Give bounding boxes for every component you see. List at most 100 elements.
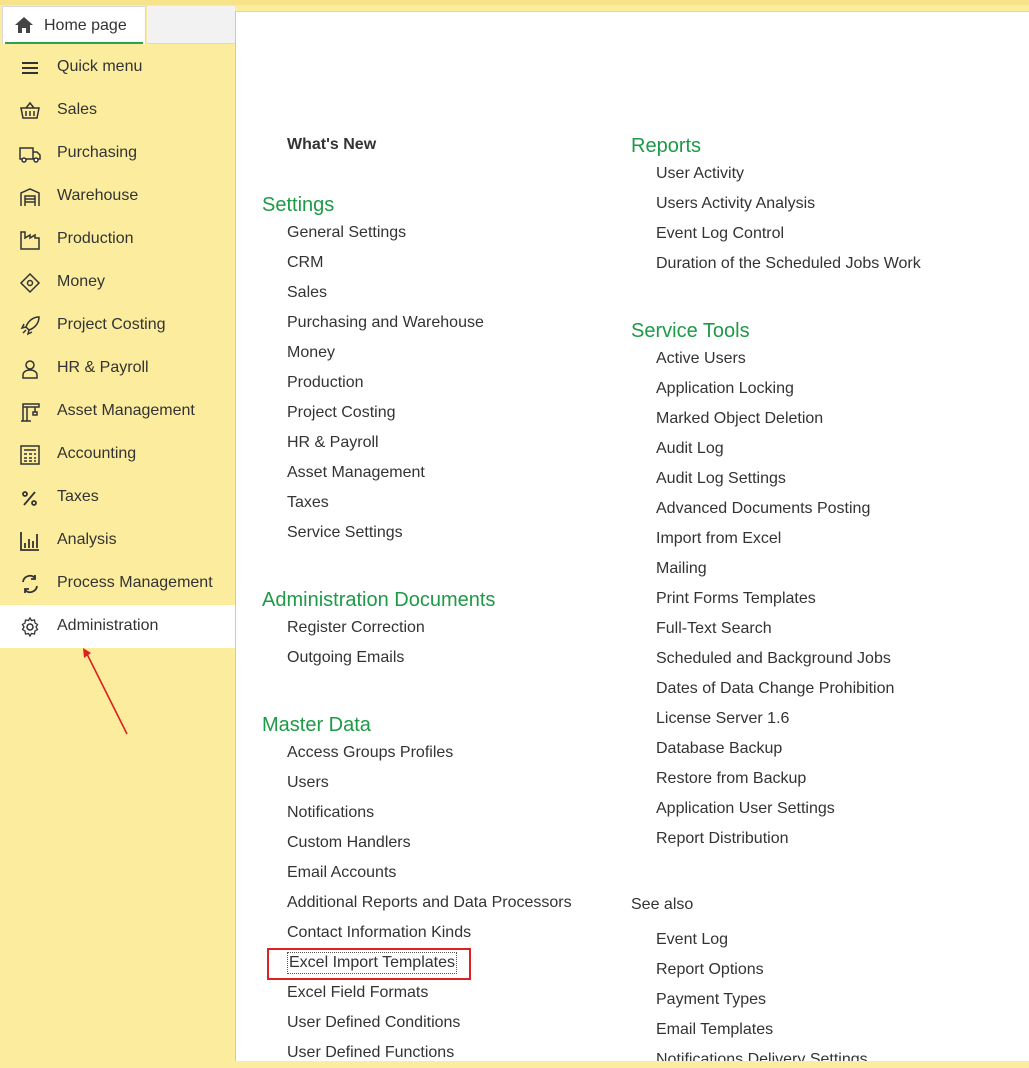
link-excel-field-formats[interactable]: Excel Field Formats: [287, 983, 572, 1013]
link-marked-object-deletion[interactable]: Marked Object Deletion: [656, 409, 894, 439]
link-custom-handlers[interactable]: Custom Handlers: [287, 833, 572, 863]
link-license-server[interactable]: License Server 1.6: [656, 709, 894, 739]
home-page-tab[interactable]: Home page: [2, 6, 146, 44]
link-print-forms-templates[interactable]: Print Forms Templates: [656, 589, 894, 619]
link-notifications[interactable]: Notifications: [287, 803, 572, 833]
link-scheduled-background-jobs[interactable]: Scheduled and Background Jobs: [656, 649, 894, 679]
link-excel-import-templates-label: Excel Import Templates: [287, 952, 457, 974]
section-title-reports: Reports: [631, 135, 702, 157]
link-payment-types[interactable]: Payment Types: [656, 990, 868, 1020]
sidebar-item-process-management[interactable]: Process Management: [0, 562, 235, 605]
link-service-settings[interactable]: Service Settings: [287, 523, 484, 553]
bar-chart-icon: [20, 532, 39, 551]
link-database-backup[interactable]: Database Backup: [656, 739, 894, 769]
link-general-settings[interactable]: General Settings: [287, 223, 484, 253]
link-users[interactable]: Users: [287, 773, 572, 803]
link-full-text-search[interactable]: Full-Text Search: [656, 619, 894, 649]
link-crm[interactable]: CRM: [287, 253, 484, 283]
basket-icon: [20, 101, 40, 119]
link-register-correction[interactable]: Register Correction: [287, 618, 495, 648]
sidebar-item-label: Project Costing: [57, 316, 166, 333]
percent-icon: [22, 491, 37, 506]
sidebar-item-label: Purchasing: [57, 144, 138, 161]
sidebar-item-purchasing[interactable]: Purchasing: [0, 132, 235, 175]
calculator-icon: [20, 445, 40, 465]
sidebar-item-asset-management[interactable]: Asset Management: [0, 390, 235, 433]
link-audit-log-settings[interactable]: Audit Log Settings: [656, 469, 894, 499]
sidebar-item-label: Analysis: [57, 531, 117, 548]
top-strip: [0, 0, 1029, 5]
link-money[interactable]: Money: [287, 343, 484, 373]
link-user-defined-conditions[interactable]: User Defined Conditions: [287, 1013, 572, 1043]
sidebar-item-label: Quick menu: [57, 58, 143, 75]
link-restore-from-backup[interactable]: Restore from Backup: [656, 769, 894, 799]
sidebar-item-sales[interactable]: Sales: [0, 89, 235, 132]
link-user-activity[interactable]: User Activity: [656, 164, 921, 194]
link-duration-scheduled-jobs[interactable]: Duration of the Scheduled Jobs Work: [656, 254, 921, 284]
link-contact-information-kinds[interactable]: Contact Information Kinds: [287, 923, 572, 953]
link-user-defined-functions[interactable]: User Defined Functions: [287, 1043, 572, 1061]
highlight-box: Excel Import Templates: [267, 948, 471, 980]
bottom-strip: [235, 1061, 1029, 1068]
link-production[interactable]: Production: [287, 373, 484, 403]
truck-icon: [19, 147, 41, 163]
active-tab-underline: [5, 42, 143, 44]
sidebar-item-label: Sales: [57, 101, 98, 118]
person-icon: [22, 360, 38, 379]
sidebar-item-taxes[interactable]: Taxes: [0, 476, 235, 519]
section-reports: Reports User Activity Users Activity Ana…: [631, 134, 921, 284]
sidebar-item-analysis[interactable]: Analysis: [0, 519, 235, 562]
link-report-options[interactable]: Report Options: [656, 960, 868, 990]
sidebar-item-warehouse[interactable]: Warehouse: [0, 175, 235, 218]
sidebar-item-label: Process Management: [57, 574, 213, 591]
sidebar-item-production[interactable]: Production: [0, 218, 235, 261]
sidebar-item-label: Accounting: [57, 445, 137, 462]
section-title-service-tools: Service Tools: [631, 320, 750, 342]
link-event-log-control[interactable]: Event Log Control: [656, 224, 921, 254]
link-project-costing[interactable]: Project Costing: [287, 403, 484, 433]
home-page-tab-label: Home page: [44, 17, 127, 34]
see-also-title: See also: [631, 896, 694, 913]
link-event-log[interactable]: Event Log: [656, 930, 868, 960]
link-advanced-documents-posting[interactable]: Advanced Documents Posting: [656, 499, 894, 529]
crane-icon: [21, 403, 40, 422]
link-access-groups-profiles[interactable]: Access Groups Profiles: [287, 743, 572, 773]
link-notifications-delivery-settings[interactable]: Notifications Delivery Settings: [656, 1050, 868, 1061]
link-asset-management[interactable]: Asset Management: [287, 463, 484, 493]
link-users-activity-analysis[interactable]: Users Activity Analysis: [656, 194, 921, 224]
link-taxes[interactable]: Taxes: [287, 493, 484, 523]
cycle-icon: [22, 574, 38, 594]
sidebar-item-accounting[interactable]: Accounting: [0, 433, 235, 476]
sidebar-item-money[interactable]: Money: [0, 261, 235, 304]
link-outgoing-emails[interactable]: Outgoing Emails: [287, 648, 495, 678]
factory-icon: [20, 231, 40, 250]
sidebar-item-label: HR & Payroll: [57, 359, 149, 376]
sidebar-item-hr-payroll[interactable]: HR & Payroll: [0, 347, 235, 390]
sidebar-item-administration[interactable]: Administration: [0, 605, 235, 648]
link-mailing[interactable]: Mailing: [656, 559, 894, 589]
link-import-from-excel[interactable]: Import from Excel: [656, 529, 894, 559]
link-email-templates[interactable]: Email Templates: [656, 1020, 868, 1050]
home-icon: [15, 17, 33, 33]
link-application-locking[interactable]: Application Locking: [656, 379, 894, 409]
link-sales[interactable]: Sales: [287, 283, 484, 313]
link-active-users[interactable]: Active Users: [656, 349, 894, 379]
link-audit-log[interactable]: Audit Log: [656, 439, 894, 469]
sidebar-item-label: Taxes: [57, 488, 99, 505]
sidebar-item-quick-menu[interactable]: Quick menu: [0, 46, 235, 89]
hamburger-icon: [22, 62, 38, 74]
link-purchasing-warehouse[interactable]: Purchasing and Warehouse: [287, 313, 484, 343]
sidebar-item-label: Administration: [57, 617, 159, 634]
link-excel-import-templates[interactable]: Excel Import Templates: [267, 948, 572, 983]
link-dates-data-change-prohibition[interactable]: Dates of Data Change Prohibition: [656, 679, 894, 709]
sidebar: Quick menu Sales Purchasing Warehouse Pr…: [0, 46, 235, 648]
link-report-distribution[interactable]: Report Distribution: [656, 829, 894, 859]
link-additional-reports[interactable]: Additional Reports and Data Processors: [287, 893, 572, 923]
link-hr-payroll[interactable]: HR & Payroll: [287, 433, 484, 463]
link-email-accounts[interactable]: Email Accounts: [287, 863, 572, 893]
whats-new-link[interactable]: What's New: [287, 136, 376, 154]
sidebar-item-label: Money: [57, 273, 106, 290]
sidebar-item-project-costing[interactable]: Project Costing: [0, 304, 235, 347]
link-application-user-settings[interactable]: Application User Settings: [656, 799, 894, 829]
gear-icon: [21, 616, 39, 638]
